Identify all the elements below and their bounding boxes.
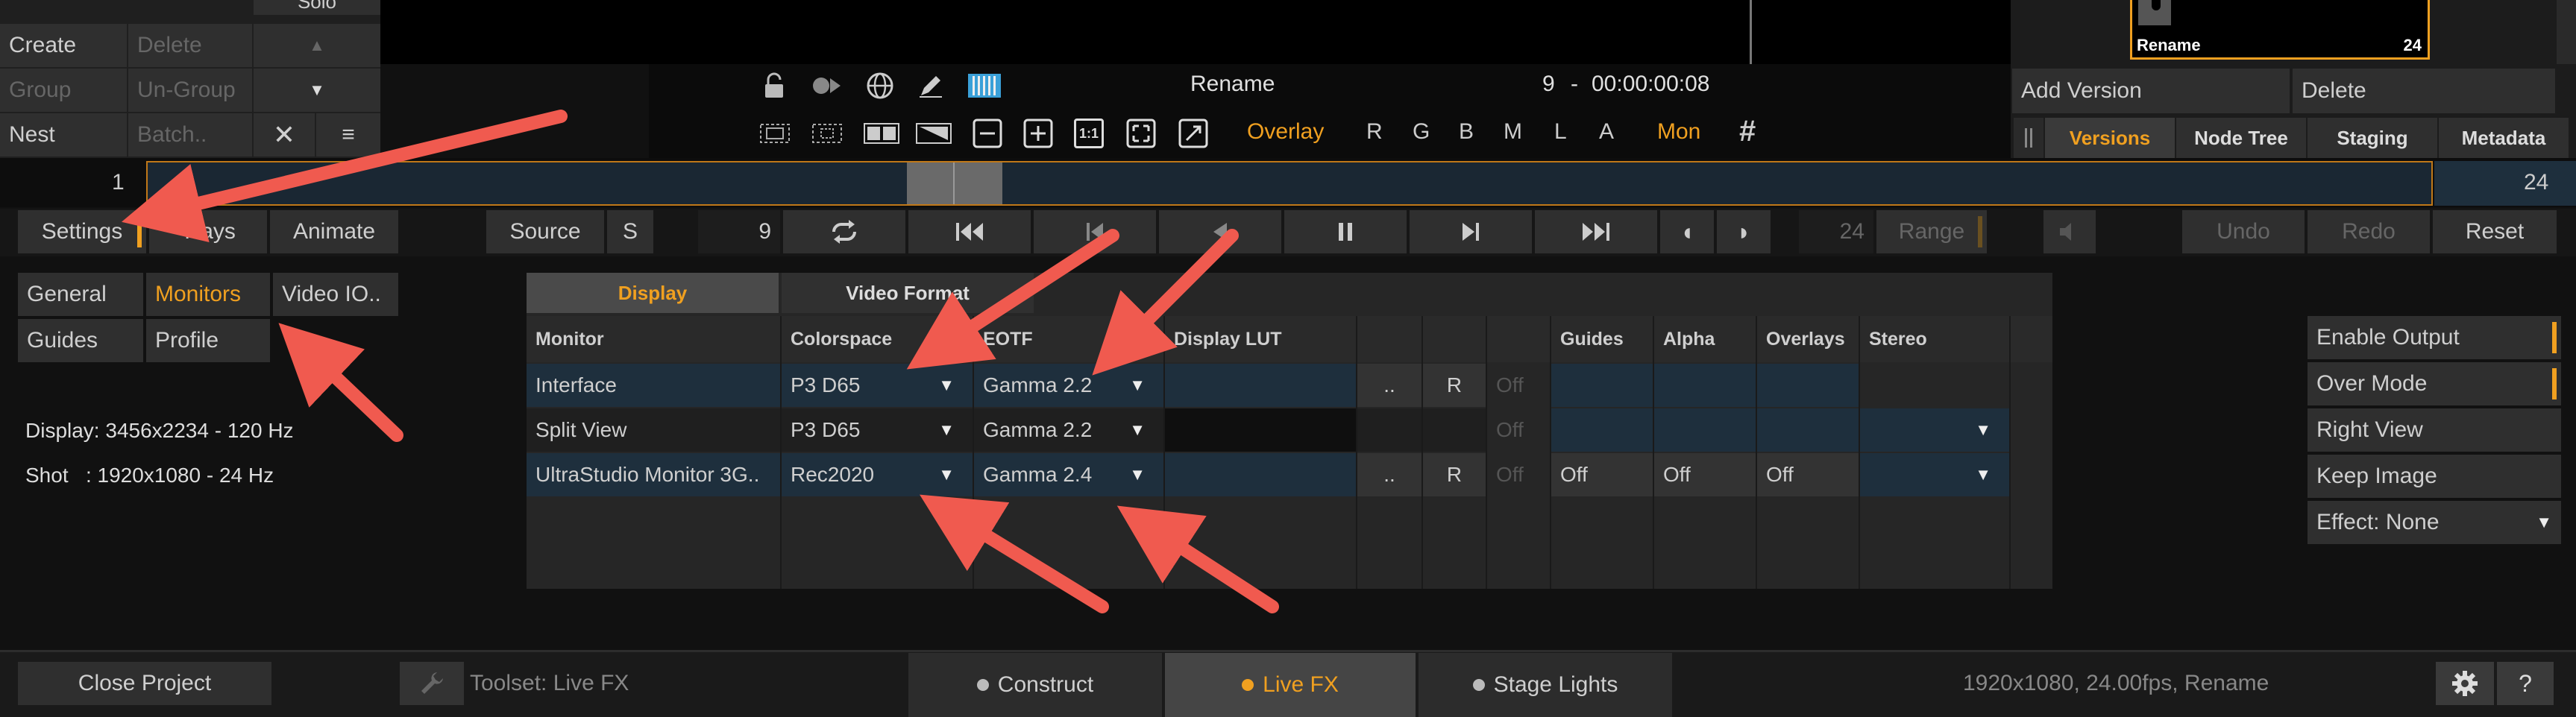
arrow-to-video-io <box>278 323 403 442</box>
arrow-to-rec2020 <box>920 494 1109 613</box>
annotation-arrows <box>121 110 1279 613</box>
arrow-to-gamma-24 <box>1116 505 1279 613</box>
arrow-to-settings <box>121 110 568 243</box>
arrow-to-eotf-header <box>1092 229 1239 376</box>
arrow-to-colorspace-header <box>906 229 1119 370</box>
